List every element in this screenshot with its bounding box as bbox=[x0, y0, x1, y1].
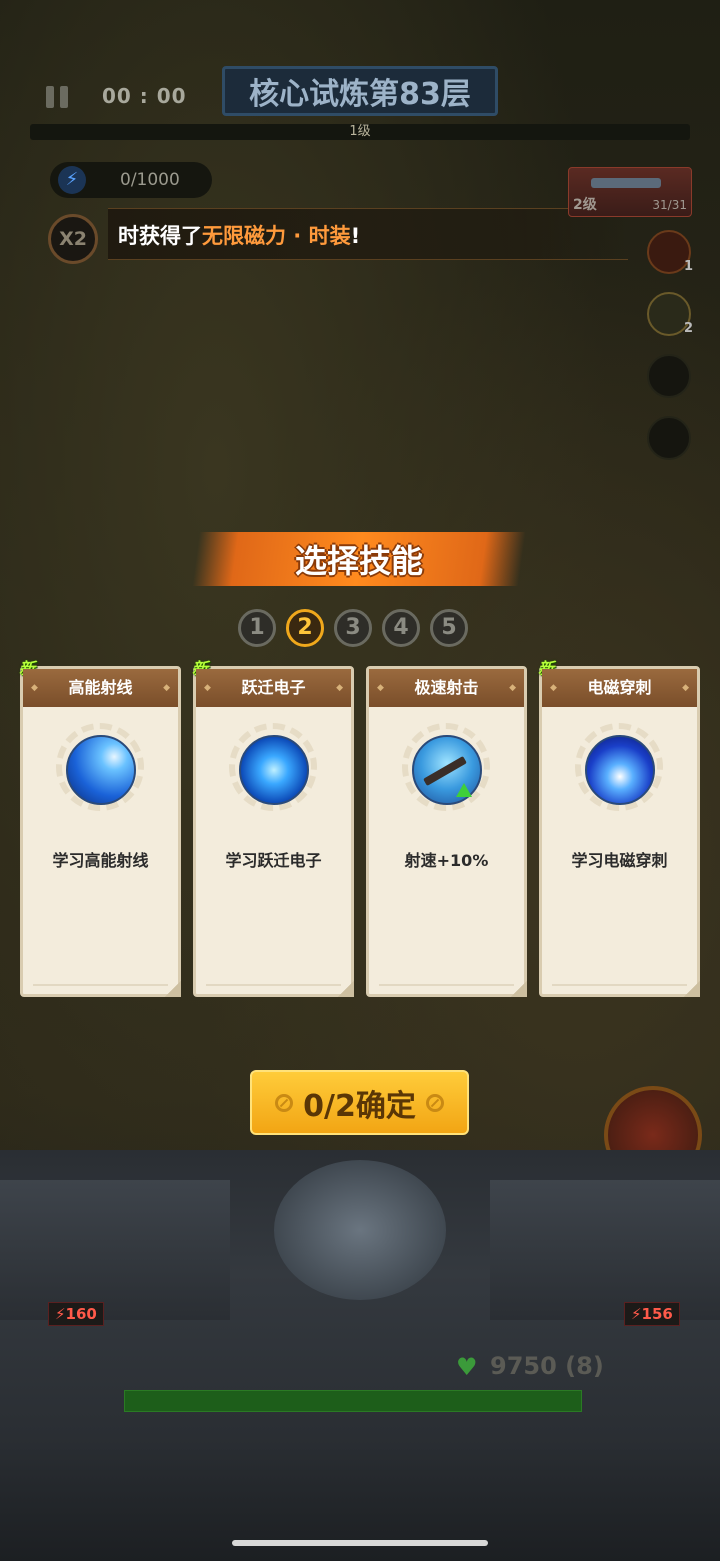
left-cannon-mount bbox=[0, 1180, 230, 1320]
skill-card-desc: 射速+10% bbox=[404, 851, 489, 870]
skill-card-list: 新 高能射线 学习高能射线 新 跃迁电子 学习跃迁电子 极速射击 射速+10% … bbox=[19, 659, 700, 997]
skill-card-rapid-fire[interactable]: 极速射击 射速+10% bbox=[366, 666, 527, 997]
confirm-label: 0/2确定 bbox=[303, 1088, 416, 1124]
em-pierce-icon bbox=[585, 735, 655, 805]
energy-counter: ⚡ 0/1000 bbox=[50, 162, 212, 198]
leap-electron-icon bbox=[239, 735, 309, 805]
skill-card-desc: 学习电磁穿刺 bbox=[571, 851, 668, 870]
reward-notice: 时获得了无限磁力 · 时装! bbox=[108, 208, 628, 260]
step-3: 3 bbox=[334, 609, 372, 647]
energy-beam-icon bbox=[66, 735, 136, 805]
lightning-icon: ⚡ bbox=[58, 166, 86, 194]
skill-card-em-pierce[interactable]: 新 电磁穿刺 学习电磁穿刺 bbox=[538, 659, 700, 997]
weapon-panel[interactable]: 2级 31/31 bbox=[568, 167, 692, 217]
step-2-active: 2 bbox=[286, 609, 324, 647]
skill-slot-1[interactable]: 1 bbox=[647, 230, 693, 274]
arrow-up-icon bbox=[456, 783, 472, 797]
notice-suffix: ! bbox=[350, 224, 361, 248]
multiplier-badge[interactable]: X2 bbox=[48, 214, 98, 264]
skill-card-title: 跃迁电子 bbox=[196, 669, 351, 707]
slot-count: 1 bbox=[683, 259, 693, 274]
panel-title: 选择技能 bbox=[294, 542, 423, 580]
main-turret bbox=[274, 1160, 446, 1300]
right-energy-cost: ⚡156 bbox=[624, 1302, 680, 1326]
right-energy-value: 156 bbox=[641, 1305, 673, 1323]
disabled-icon bbox=[425, 1093, 444, 1112]
level-label: 1级 bbox=[349, 124, 371, 139]
confirm-button[interactable]: 0/2确定 bbox=[250, 1070, 469, 1135]
level-progress-bar: 1级 bbox=[30, 124, 690, 140]
battle-timer: 00 : 00 bbox=[102, 84, 187, 108]
left-energy-value: 160 bbox=[65, 1305, 97, 1323]
skill-slot-3[interactable] bbox=[647, 354, 691, 398]
skill-slot-4[interactable] bbox=[647, 416, 691, 460]
step-5: 5 bbox=[430, 609, 468, 647]
slot-count: 2 bbox=[683, 321, 693, 336]
step-indicator: 1 2 3 4 5 bbox=[238, 609, 468, 647]
rifle-icon bbox=[591, 178, 661, 188]
notice-highlight: 无限磁力 · 时装 bbox=[202, 224, 351, 248]
weapon-ammo: 31/31 bbox=[652, 198, 687, 212]
step-1: 1 bbox=[238, 609, 276, 647]
right-cannon-mount bbox=[490, 1180, 720, 1320]
step-4: 4 bbox=[382, 609, 420, 647]
base-hp: 9750 (8) bbox=[490, 1352, 604, 1380]
left-energy-cost: ⚡160 bbox=[48, 1302, 104, 1326]
skill-card-title: 极速射击 bbox=[369, 669, 524, 707]
home-indicator[interactable] bbox=[232, 1540, 488, 1546]
pause-button[interactable] bbox=[40, 80, 74, 114]
skill-card-title: 电磁穿刺 bbox=[542, 669, 697, 707]
heart-icon: ♥ bbox=[456, 1353, 478, 1381]
disabled-icon bbox=[275, 1093, 294, 1112]
notice-prefix: 时获得了 bbox=[118, 224, 202, 248]
base-hp-bar bbox=[124, 1390, 582, 1412]
rifle-icon bbox=[423, 756, 467, 786]
rapid-fire-icon bbox=[412, 735, 482, 805]
skill-card-title: 高能射线 bbox=[23, 669, 178, 707]
energy-value: 0/1000 bbox=[120, 170, 180, 190]
skill-card-energy-beam[interactable]: 新 高能射线 学习高能射线 bbox=[19, 659, 181, 997]
skill-card-desc: 学习高能射线 bbox=[52, 851, 149, 870]
stage-title: 核心试炼第83层 bbox=[222, 66, 498, 116]
skill-card-desc: 学习跃迁电子 bbox=[225, 851, 322, 870]
skill-slot-2[interactable]: 2 bbox=[647, 292, 693, 336]
weapon-level: 2级 bbox=[573, 197, 597, 213]
skill-card-leap-electron[interactable]: 新 跃迁电子 学习跃迁电子 bbox=[192, 659, 354, 997]
